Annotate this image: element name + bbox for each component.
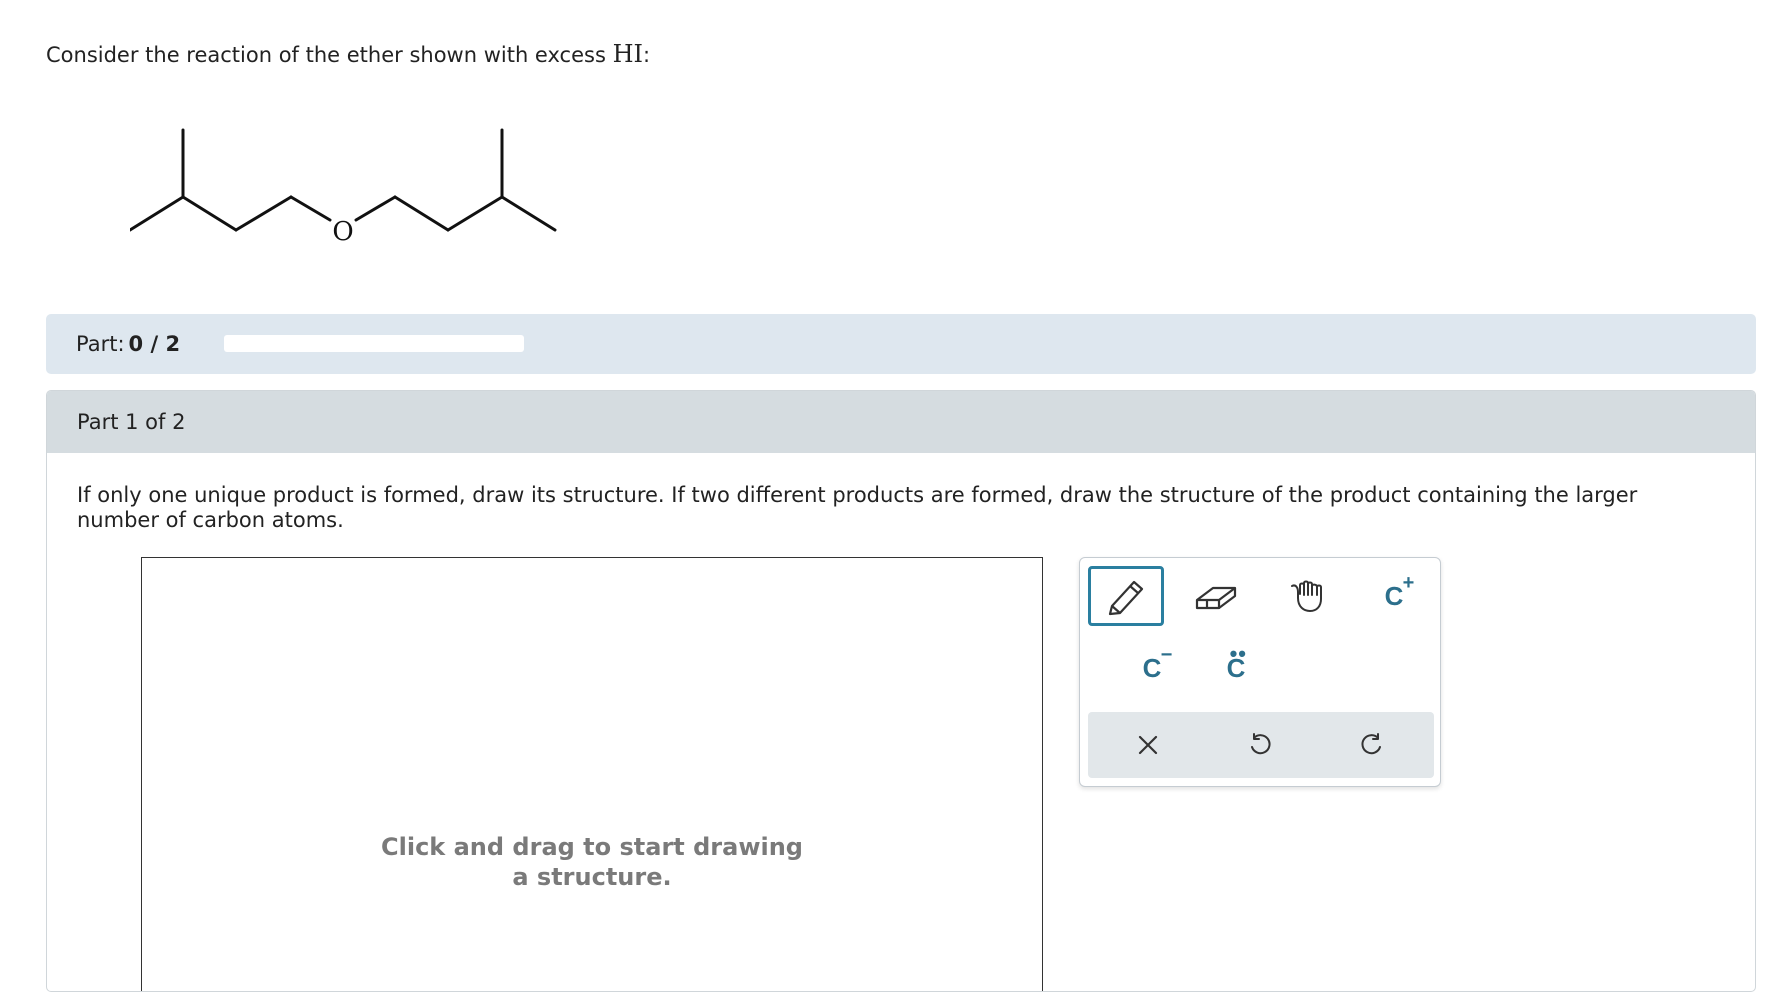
pencil-tool-button[interactable]	[1088, 566, 1164, 626]
clear-button[interactable]	[1108, 720, 1188, 770]
question-text: Consider the reaction of the ether shown…	[46, 40, 650, 68]
eraser-tool-button[interactable]	[1178, 566, 1254, 626]
drawing-toolbar: C + C − •• C	[1079, 557, 1441, 787]
lone-pair-dots: ••	[1229, 641, 1248, 666]
lone-pair-tool-button[interactable]: •• C	[1198, 638, 1274, 698]
bond	[393, 195, 450, 232]
ether-structure: O	[130, 128, 557, 247]
carbocation-tool-button[interactable]: C +	[1356, 566, 1432, 626]
carbanion-icon: C −	[1142, 645, 1173, 683]
progress-label-text: Part:	[76, 332, 125, 356]
bond	[181, 195, 238, 232]
carbocation-charge: +	[1402, 572, 1415, 594]
progress-label: Part: 0 / 2	[76, 332, 180, 356]
bond	[234, 195, 293, 232]
canvas-hint: Click and drag to start drawing a struct…	[381, 833, 803, 891]
oxygen-atom-label: O	[332, 217, 353, 247]
redo-button[interactable]	[1332, 720, 1412, 770]
part-instructions: If only one unique product is formed, dr…	[77, 483, 1638, 532]
undo-button[interactable]	[1220, 720, 1300, 770]
bond	[446, 195, 504, 232]
hand-icon	[1291, 580, 1322, 612]
pan-tool-button[interactable]	[1268, 566, 1344, 626]
clear-icon	[1138, 735, 1158, 755]
carbocation-atom: C	[1384, 581, 1404, 611]
progress-value: 0 / 2	[128, 332, 181, 356]
redo-icon	[1361, 733, 1381, 755]
part-header: Part 1 of 2	[47, 391, 1755, 453]
bond	[500, 195, 557, 232]
question-prefix: Consider the reaction of the ether shown…	[46, 43, 613, 67]
carbanion-charge: −	[1160, 644, 1173, 666]
lone-pair-icon: •• C	[1227, 643, 1246, 682]
carbanion-tool-button[interactable]: C −	[1114, 638, 1190, 698]
undo-icon	[1251, 733, 1271, 755]
progress-track	[224, 335, 524, 352]
part-progress-bar: Part: 0 / 2	[46, 314, 1756, 374]
action-strip	[1088, 712, 1434, 778]
drawing-canvas[interactable]: Click and drag to start drawing a struct…	[141, 557, 1043, 991]
part-title: Part 1 of 2	[77, 410, 186, 434]
carbanion-atom: C	[1142, 653, 1162, 683]
eraser-icon	[1195, 586, 1237, 610]
bond	[354, 195, 397, 222]
pencil-icon	[1108, 580, 1144, 616]
reagent-formula: HI	[612, 40, 643, 68]
part-panel: Part 1 of 2 If only one unique product i…	[46, 390, 1756, 992]
bond	[130, 195, 185, 232]
carbocation-icon: C +	[1384, 573, 1415, 611]
question-suffix: :	[643, 43, 651, 67]
bond	[289, 195, 332, 222]
